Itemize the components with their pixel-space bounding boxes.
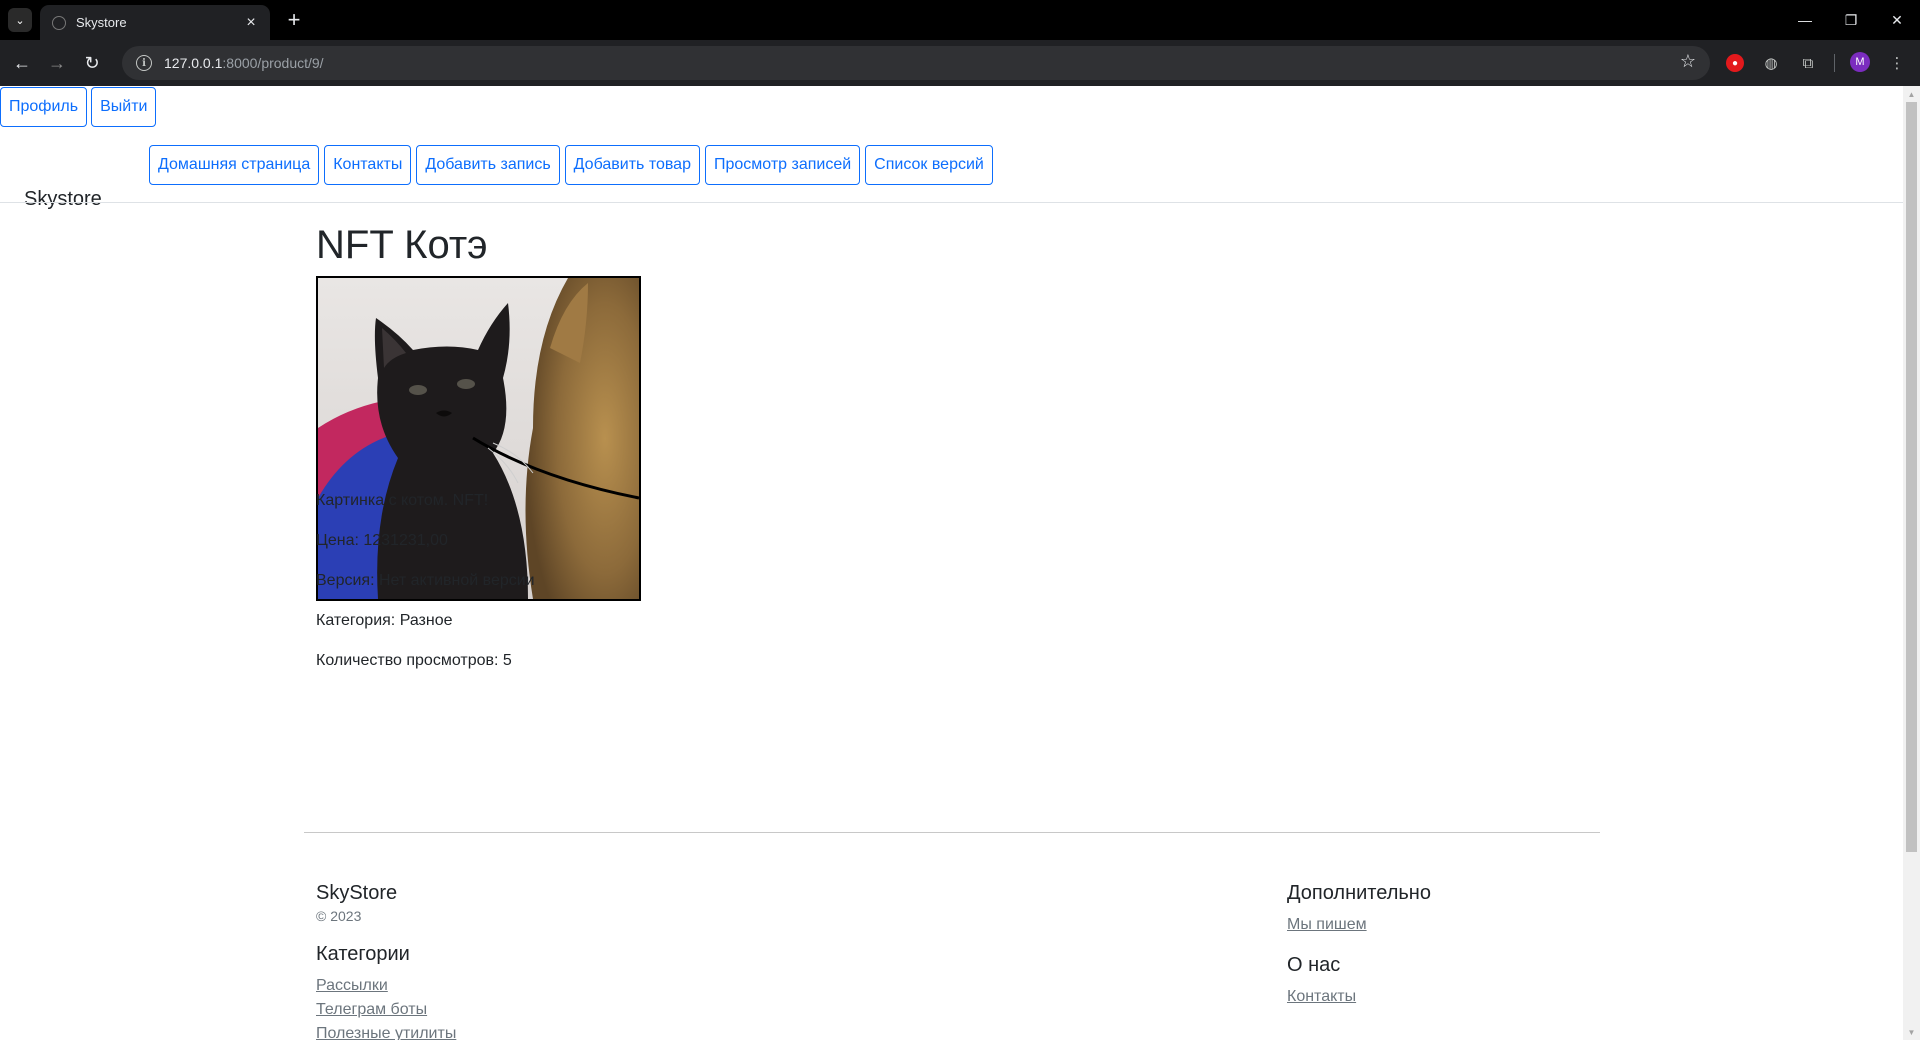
footer-about-heading: О нас bbox=[1287, 954, 1341, 976]
extensions-puzzle-icon[interactable]: ⧉ bbox=[1797, 52, 1819, 74]
brand-logo[interactable]: Skystore bbox=[24, 188, 102, 211]
scroll-down-icon[interactable]: ▼ bbox=[1903, 1024, 1920, 1040]
product-price: Цена: 1231231,00 bbox=[316, 532, 448, 549]
close-tab-icon[interactable]: × bbox=[242, 14, 260, 32]
site-info-icon[interactable]: i bbox=[136, 55, 152, 71]
page-title: NFT Котэ bbox=[316, 223, 488, 267]
tab-title: Skystore bbox=[76, 15, 127, 30]
footer-copyright: © 2023 bbox=[316, 908, 362, 924]
footer-categories-heading: Категории bbox=[316, 943, 410, 965]
browser-toolbar: ← → ↻ i 127.0.0.1:8000/product/9/ ☆ ● ◍ … bbox=[0, 40, 1920, 86]
browser-tab[interactable]: Skystore × bbox=[40, 5, 270, 40]
browser-tab-bar: ⌄ Skystore × + — ❐ ✕ bbox=[0, 0, 1920, 40]
minimize-icon[interactable]: — bbox=[1782, 0, 1828, 40]
main-nav: Домашняя страница Контакты Добавить запи… bbox=[149, 145, 993, 185]
nav-home-button[interactable]: Домашняя страница bbox=[149, 145, 320, 185]
product-views: Количество просмотров: 5 bbox=[316, 652, 512, 669]
scroll-up-icon[interactable]: ▲ bbox=[1903, 86, 1920, 102]
new-tab-icon[interactable]: + bbox=[282, 7, 306, 33]
footer-we-write-link[interactable]: Мы пишем bbox=[1287, 916, 1367, 934]
cat-photo bbox=[318, 278, 639, 599]
profile-button[interactable]: Профиль bbox=[0, 87, 88, 127]
product-description: Картинка с котом. NFT! bbox=[316, 492, 489, 509]
user-actions: Профиль Выйти bbox=[0, 87, 157, 127]
restore-icon[interactable]: ❐ bbox=[1828, 0, 1874, 40]
product-image bbox=[316, 276, 641, 601]
forward-icon[interactable]: → bbox=[43, 49, 71, 77]
footer-category-link[interactable]: Полезные утилиты bbox=[316, 1025, 456, 1040]
footer-extra-heading: Дополнительно bbox=[1287, 882, 1431, 904]
nav-view-posts-button[interactable]: Просмотр записей bbox=[704, 145, 861, 185]
page-viewport: Профиль Выйти Skystore Домашняя страница… bbox=[0, 86, 1920, 1040]
nav-add-post-button[interactable]: Добавить запись bbox=[416, 145, 560, 185]
address-bar[interactable]: i 127.0.0.1:8000/product/9/ ☆ bbox=[122, 46, 1710, 80]
footer-divider bbox=[304, 832, 1600, 833]
footer-brand: SkyStore bbox=[316, 882, 398, 904]
nav-versions-button[interactable]: Список версий bbox=[865, 145, 993, 185]
back-icon[interactable]: ← bbox=[8, 49, 36, 77]
product-version: Версия: Нет активной версии bbox=[316, 572, 535, 589]
close-window-icon[interactable]: ✕ bbox=[1874, 0, 1920, 40]
menu-kebab-icon[interactable]: ⋮ bbox=[1886, 52, 1908, 74]
extension-red-icon[interactable]: ● bbox=[1726, 54, 1744, 72]
header-divider bbox=[0, 202, 1903, 203]
footer-contacts-link[interactable]: Контакты bbox=[1287, 988, 1356, 1006]
bookmark-star-icon[interactable]: ☆ bbox=[1680, 51, 1696, 72]
translate-globe-icon[interactable]: ◍ bbox=[1760, 52, 1782, 74]
page-scrollbar[interactable]: ▲ ▼ bbox=[1903, 86, 1920, 1040]
nav-add-product-button[interactable]: Добавить товар bbox=[564, 145, 700, 185]
reload-icon[interactable]: ↻ bbox=[78, 49, 106, 77]
nav-contacts-button[interactable]: Контакты bbox=[324, 145, 412, 185]
logout-button[interactable]: Выйти bbox=[91, 87, 157, 127]
avatar[interactable]: M bbox=[1850, 52, 1870, 72]
url-text: 127.0.0.1:8000/product/9/ bbox=[164, 55, 324, 71]
footer-category-link[interactable]: Телеграм боты bbox=[316, 1001, 427, 1019]
globe-icon bbox=[52, 15, 66, 30]
footer-category-link[interactable]: Рассылки bbox=[316, 977, 388, 995]
scroll-thumb[interactable] bbox=[1906, 102, 1917, 852]
toolbar-separator bbox=[1834, 54, 1835, 72]
product-category: Категория: Разное bbox=[316, 612, 453, 629]
tab-search-icon[interactable]: ⌄ bbox=[8, 8, 32, 32]
